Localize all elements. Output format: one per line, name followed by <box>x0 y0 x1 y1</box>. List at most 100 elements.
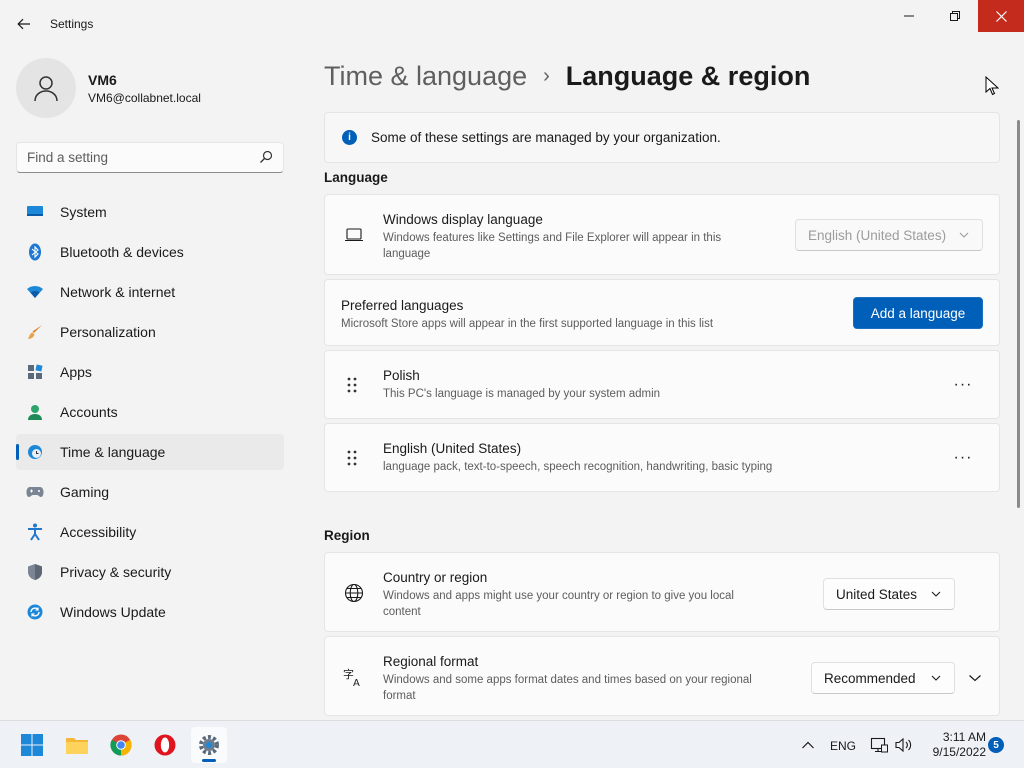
taskbar: ENG 3:11 AM 9/15/2022 5 <box>0 720 1024 768</box>
taskbar-file-explorer[interactable] <box>59 727 95 763</box>
chevron-up-icon[interactable] <box>799 736 817 754</box>
sidebar-item-label: Gaming <box>60 484 110 500</box>
drag-handle-icon[interactable] <box>345 376 359 394</box>
language-name: Polish <box>383 368 420 383</box>
user-profile[interactable]: VM6 VM6@collabnet.local <box>16 58 296 118</box>
expand-button[interactable] <box>965 668 985 688</box>
country-region-dropdown[interactable]: United States <box>823 578 955 610</box>
preferred-languages-description: Microsoft Store apps will appear in the … <box>341 318 714 330</box>
volume-icon[interactable] <box>895 736 913 754</box>
globe-icon <box>343 582 365 604</box>
avatar <box>16 58 76 118</box>
settings-icon <box>199 735 219 755</box>
svg-text:A: A <box>353 678 360 687</box>
search-input[interactable] <box>17 143 247 172</box>
section-heading-language: Language <box>324 170 388 185</box>
back-button[interactable] <box>10 10 38 38</box>
regional-format-card: 字A Regional format Windows and some apps… <box>324 636 1000 716</box>
breadcrumb-separator: › <box>543 64 550 87</box>
drag-handle-icon[interactable] <box>345 449 359 467</box>
restore-icon <box>950 11 960 21</box>
sidebar-item-personalization[interactable]: Personalization <box>16 314 284 350</box>
close-icon <box>995 10 1007 22</box>
preferred-languages-card: Preferred languages Microsoft Store apps… <box>324 279 1000 346</box>
chevron-down-icon <box>931 675 941 681</box>
minimize-icon <box>904 15 914 17</box>
language-name: English (United States) <box>383 441 522 456</box>
sidebar-item-apps[interactable]: Apps <box>16 354 284 390</box>
start-button[interactable] <box>14 727 50 763</box>
chevron-down-icon <box>969 675 981 682</box>
regional-format-description: Windows and some apps format dates and t… <box>383 674 752 702</box>
sidebar-nav: System Bluetooth & devices Network & int… <box>16 194 284 634</box>
sidebar-item-accessibility[interactable]: Accessibility <box>16 514 284 550</box>
minimize-button[interactable] <box>886 0 932 32</box>
country-region-card: Country or region Windows and apps might… <box>324 552 1000 632</box>
close-button[interactable] <box>978 0 1024 32</box>
person-icon <box>34 76 58 102</box>
language-item-english: English (United States) language pack, t… <box>324 423 1000 492</box>
chevron-down-icon <box>959 232 969 238</box>
title-bar: Settings <box>0 0 1024 48</box>
sidebar-item-time-language[interactable]: Time & language <box>16 434 284 470</box>
sidebar-item-accounts[interactable]: Accounts <box>16 394 284 430</box>
sidebar-item-label: Accessibility <box>60 524 137 540</box>
chevron-down-icon <box>931 591 941 597</box>
user-name: VM6 <box>88 72 117 88</box>
display-language-title: Windows display language <box>383 212 543 227</box>
display-language-dropdown[interactable]: English (United States) <box>795 219 983 251</box>
opera-icon <box>154 734 176 756</box>
sidebar-item-privacy[interactable]: Privacy & security <box>16 554 284 590</box>
more-options-button[interactable]: ··· <box>947 442 979 474</box>
taskbar-chrome[interactable] <box>103 727 139 763</box>
breadcrumb-parent[interactable]: Time & language <box>324 61 527 92</box>
sidebar-item-system[interactable]: System <box>16 194 284 230</box>
language-item-polish: Polish This PC's language is managed by … <box>324 350 1000 419</box>
wifi-icon <box>26 283 44 301</box>
back-arrow-icon <box>17 18 30 30</box>
country-region-description: Windows and apps might use your country … <box>383 590 734 618</box>
sidebar-item-gaming[interactable]: Gaming <box>16 474 284 510</box>
taskbar-settings[interactable] <box>191 727 227 763</box>
display-language-value: English (United States) <box>808 227 947 243</box>
search-box <box>16 142 284 173</box>
breadcrumb: Time & language › Language & region <box>324 58 810 94</box>
person-icon <box>26 403 44 421</box>
network-icon[interactable] <box>870 736 888 754</box>
input-language-indicator[interactable]: ENG <box>830 739 856 753</box>
sidebar-item-label: Time & language <box>60 444 166 460</box>
more-options-button[interactable]: ··· <box>947 369 979 401</box>
sidebar-item-windows-update[interactable]: Windows Update <box>16 594 284 630</box>
update-icon <box>26 603 44 621</box>
chrome-icon <box>110 734 132 756</box>
sidebar-item-network[interactable]: Network & internet <box>16 274 284 310</box>
language-detail: This PC's language is managed by your sy… <box>383 388 661 400</box>
restore-button[interactable] <box>932 0 978 32</box>
scrollbar[interactable] <box>1017 120 1020 508</box>
file-explorer-icon <box>66 738 88 754</box>
bluetooth-icon <box>26 243 44 261</box>
info-banner: i Some of these settings are managed by … <box>324 112 1000 163</box>
regional-format-dropdown[interactable]: Recommended <box>811 662 955 694</box>
add-language-button[interactable]: Add a language <box>853 297 983 329</box>
sidebar-item-label: System <box>60 204 107 220</box>
taskbar-opera[interactable] <box>147 727 183 763</box>
info-banner-text: Some of these settings are managed by yo… <box>371 130 721 145</box>
notification-badge[interactable]: 5 <box>988 737 1004 753</box>
search-icon[interactable] <box>259 150 273 164</box>
country-region-value: United States <box>836 586 918 602</box>
start-icon <box>21 734 43 756</box>
sidebar-item-bluetooth[interactable]: Bluetooth & devices <box>16 234 284 270</box>
display-language-card: Windows display language Windows feature… <box>324 194 1000 275</box>
language-format-icon: 字A <box>343 666 365 688</box>
sidebar-item-label: Personalization <box>60 324 156 340</box>
clock-globe-icon <box>26 443 44 461</box>
app-title: Settings <box>50 17 94 31</box>
laptop-icon <box>343 224 365 246</box>
clock-date: 9/15/2022 <box>932 745 986 759</box>
sidebar-item-label: Bluetooth & devices <box>60 244 184 260</box>
display-language-description: Windows features like Settings and File … <box>383 232 722 260</box>
info-icon: i <box>342 130 357 145</box>
clock[interactable]: 3:11 AM 9/15/2022 <box>920 730 986 760</box>
sidebar-item-label: Windows Update <box>60 604 166 620</box>
